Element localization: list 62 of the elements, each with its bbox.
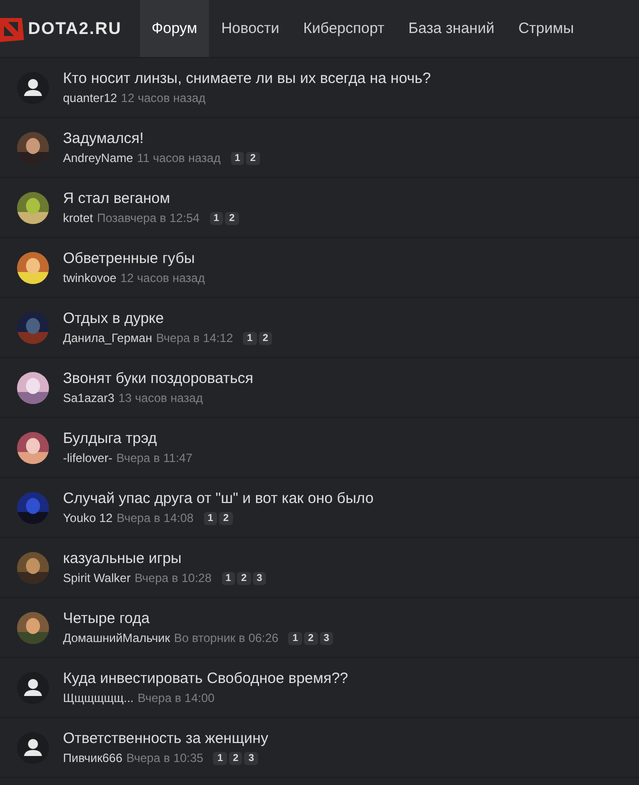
page-link[interactable]: 3	[252, 572, 266, 584]
post-time: Вчера в 11:47	[116, 451, 192, 465]
author-name[interactable]: Данила_Герман	[63, 331, 152, 345]
page-link[interactable]: 2	[219, 512, 233, 524]
page-link[interactable]: 1	[243, 332, 257, 344]
post-time: Вчера в 10:35	[126, 751, 204, 765]
page-link[interactable]: 2	[246, 152, 260, 164]
author-name[interactable]: Щщщщщщ...	[63, 691, 134, 705]
topic-title[interactable]: Куда инвестировать Свободное время??	[63, 670, 348, 687]
topic-title[interactable]: Отдых в дурке	[63, 310, 272, 327]
topic-title[interactable]: Ответственность за женщину	[63, 730, 268, 747]
default-avatar-icon[interactable]	[17, 672, 49, 704]
author-name[interactable]: krotet	[63, 211, 94, 225]
author-name[interactable]: twinkovoe	[63, 271, 116, 285]
topic-title[interactable]: казуальные игры	[63, 550, 266, 567]
post-time: 11 часов назад	[137, 151, 221, 165]
topic-title[interactable]: Булдыга трэд	[63, 430, 192, 447]
nav-tab[interactable]: Киберспорт	[291, 0, 396, 57]
default-avatar-icon[interactable]	[17, 72, 49, 104]
page-link[interactable]: 3	[320, 632, 334, 644]
page-link[interactable]: 3	[244, 752, 258, 764]
author-name[interactable]: Youko 12	[63, 511, 113, 525]
post-time: 13 часов назад	[118, 391, 203, 405]
nav-tab[interactable]: База знаний	[396, 0, 506, 57]
site-logo[interactable]: DOTA2.RU	[28, 18, 122, 38]
nav-tab[interactable]: Новости	[209, 0, 292, 57]
author-name[interactable]: -lifelover-	[63, 451, 112, 465]
nav-tab[interactable]: Форум	[140, 0, 210, 57]
topic-title[interactable]: Задумался!	[63, 130, 260, 147]
topic-title[interactable]: Четыре года	[63, 610, 334, 627]
page-link[interactable]: 1	[288, 632, 302, 644]
post-time: 12 часов назад	[121, 91, 206, 105]
page-link[interactable]: 2	[304, 632, 318, 644]
page-link[interactable]: 2	[237, 572, 251, 584]
post-time: 12 часов назад	[120, 271, 205, 285]
post-time: Вчера в 14:12	[156, 331, 234, 345]
topic-title[interactable]: Случай упас друга от "ш" и вот как оно было	[63, 490, 374, 507]
page-link[interactable]: 1	[213, 752, 227, 764]
topic-title[interactable]: Я стал веганом	[63, 190, 239, 207]
post-time: Во вторник в 06:26	[174, 631, 278, 645]
author-name[interactable]: quanter12	[63, 91, 118, 105]
page-link[interactable]: 2	[225, 212, 239, 224]
page-link[interactable]: 2	[228, 752, 242, 764]
default-avatar-icon[interactable]	[17, 732, 49, 764]
author-name[interactable]: Sa1azar3	[63, 391, 114, 405]
post-time: Вчера в 10:28	[134, 571, 212, 585]
page-link[interactable]: 1	[204, 512, 218, 524]
topic-title[interactable]: Обветренные губы	[63, 250, 205, 267]
author-name[interactable]: Spirit Walker	[63, 571, 131, 585]
page-link[interactable]: 1	[222, 572, 236, 584]
topic-title[interactable]: Кто носит линзы, снимаете ли вы их всегда на ночь?	[63, 70, 431, 87]
post-time: Позавчера в 12:54	[97, 211, 200, 225]
topic-title[interactable]: Звонят буки поздороваться	[63, 370, 254, 387]
post-time: Вчера в 14:08	[116, 511, 194, 525]
nav-tab[interactable]: Стримы	[506, 0, 586, 57]
author-name[interactable]: AndreyName	[63, 151, 134, 165]
page-link[interactable]: 1	[230, 152, 244, 164]
post-time: Вчера в 14:00	[138, 691, 215, 705]
author-name[interactable]: Пивчик666	[63, 751, 122, 765]
page-link[interactable]: 2	[258, 332, 272, 344]
author-name[interactable]: ДомашнийМальчик	[63, 631, 170, 645]
page-link[interactable]: 1	[210, 212, 224, 224]
